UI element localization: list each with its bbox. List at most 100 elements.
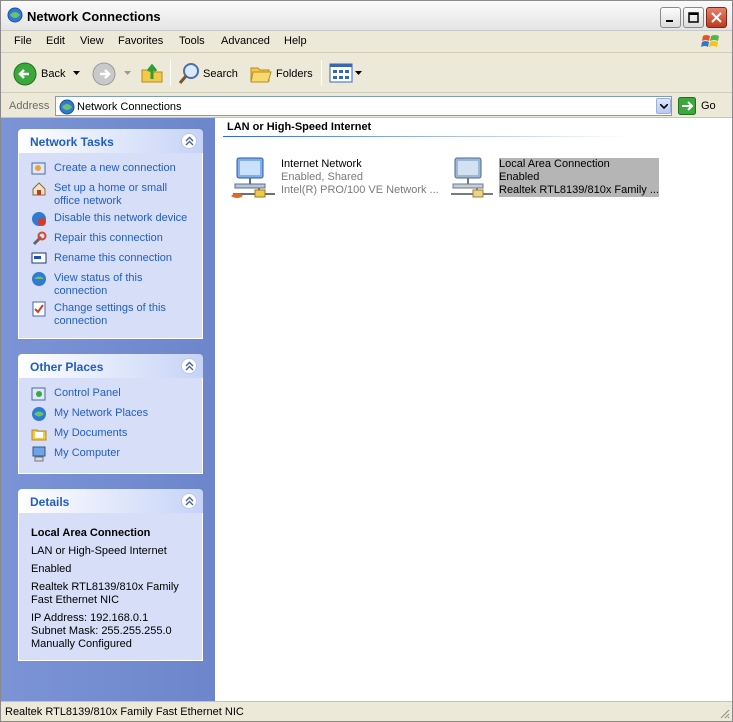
place-label: Control Panel [54, 387, 121, 399]
folders-button[interactable]: Folders [248, 54, 316, 93]
menu-help[interactable]: Help [284, 35, 307, 47]
menu-view[interactable]: View [80, 35, 104, 47]
folders-icon [250, 67, 272, 83]
menu-favorites[interactable]: Favorites [118, 35, 163, 47]
task-label: Repair this connection [54, 232, 163, 244]
collapse-button[interactable] [181, 358, 197, 374]
new-connection-icon [31, 162, 46, 175]
status-text: Realtek RTL8139/810x Family Fast Etherne… [5, 706, 244, 718]
network-tasks-body: Create a new connection Set up a home or… [18, 153, 203, 339]
details-ip-address: IP Address: 192.168.0.1 [31, 612, 149, 624]
connections-view: LAN or High-Speed Internet Internet Netw… [215, 118, 732, 701]
back-button[interactable]: Back [11, 54, 87, 93]
maximize-icon [688, 12, 699, 23]
details-header[interactable]: Details [18, 489, 203, 513]
network-connections-icon [7, 7, 23, 23]
menu-edit[interactable]: Edit [46, 35, 65, 47]
menu-tools[interactable]: Tools [179, 35, 205, 47]
details-panel: Details Local Area Connection LAN or Hig… [18, 489, 203, 661]
task-pane: Network Tasks Create a new connection Se… [1, 118, 215, 701]
details-body: Local Area Connection LAN or High-Speed … [18, 513, 203, 661]
connection-internet-network[interactable]: Internet Network Enabled, Shared Intel(R… [229, 154, 449, 204]
menu-file[interactable]: File [14, 35, 32, 47]
connection-info: Local Area Connection Enabled Realtek RT… [499, 158, 659, 197]
connection-info: Internet Network Enabled, Shared Intel(R… [281, 158, 439, 197]
toolbar: Back Search Folders [1, 54, 732, 93]
details-connection-name: Local Area Connection [31, 527, 151, 539]
connection-status: Enabled [499, 171, 540, 183]
details-configuration: Manually Configured [31, 638, 132, 650]
back-label: Back [41, 68, 66, 80]
network-tasks-header[interactable]: Network Tasks [18, 129, 203, 153]
other-places-body: Control Panel My Network Places My Docum… [18, 378, 203, 474]
go-arrow-icon [678, 97, 696, 115]
search-icon [178, 63, 199, 84]
close-button[interactable] [706, 7, 727, 28]
details-device-line1: Realtek RTL8139/810x Family [31, 581, 179, 593]
title-bar[interactable]: Network Connections [1, 1, 732, 31]
place-label: My Documents [54, 427, 128, 439]
folders-label: Folders [276, 68, 313, 80]
chevron-down-icon [660, 104, 668, 109]
connection-name: Internet Network [281, 158, 362, 170]
details-title: Details [30, 495, 70, 509]
collapse-button[interactable] [181, 133, 197, 149]
disable-device-icon [32, 212, 46, 226]
connection-name: Local Area Connection [499, 158, 610, 170]
address-dropdown-button[interactable] [656, 98, 671, 114]
toolbar-separator [321, 60, 322, 86]
computer-icon [32, 446, 46, 462]
task-label: View status of this connection [54, 272, 143, 297]
toolbar-separator [170, 60, 171, 86]
search-button[interactable]: Search [175, 54, 241, 93]
views-button[interactable] [328, 54, 362, 93]
group-divider [223, 136, 728, 137]
chevron-down-icon[interactable] [124, 71, 131, 76]
task-label: Rename this connection [54, 252, 173, 264]
chevron-up-icon [185, 496, 194, 506]
search-label: Search [203, 68, 238, 80]
task-label: Set up a home or small office network [54, 182, 168, 207]
details-status: Enabled [31, 563, 72, 575]
connection-device: Realtek RTL8139/810x Family ... [499, 184, 659, 196]
chevron-up-icon [185, 361, 194, 371]
network-tasks-panel: Network Tasks Create a new connection Se… [18, 129, 203, 339]
lan-connection-icon [231, 157, 275, 198]
other-places-panel: Other Places Control Panel My Network Pl… [18, 354, 203, 474]
details-subnet-mask: Subnet Mask: 255.255.255.0 [31, 625, 172, 637]
network-places-icon [32, 407, 46, 421]
forward-button[interactable] [91, 54, 131, 93]
repair-icon [32, 231, 47, 246]
maximize-button[interactable] [683, 7, 704, 28]
details-connection-type: LAN or High-Speed Internet [31, 545, 167, 557]
lan-connection-icon [451, 157, 493, 198]
collapse-button[interactable] [181, 493, 197, 509]
status-bar: Realtek RTL8139/810x Family Fast Etherne… [1, 701, 732, 721]
up-folder-button[interactable] [139, 54, 165, 93]
connection-status: Enabled, Shared [281, 171, 363, 183]
rename-icon [31, 252, 47, 264]
connection-local-area[interactable]: Local Area Connection Enabled Realtek RT… [447, 154, 667, 204]
network-connections-window: Network Connections File Edit View Favor… [0, 0, 733, 722]
menu-advanced[interactable]: Advanced [221, 35, 270, 47]
address-value: Network Connections [77, 101, 182, 113]
task-label: Change settings of this connection [54, 302, 166, 327]
control-panel-icon [31, 387, 46, 401]
back-arrow-icon [13, 62, 37, 86]
other-places-title: Other Places [30, 360, 104, 374]
network-tasks-title: Network Tasks [30, 135, 114, 149]
network-connections-icon [59, 99, 75, 115]
go-button[interactable]: Go [678, 97, 730, 115]
chevron-down-icon [355, 71, 362, 75]
resize-grip-icon[interactable] [718, 707, 730, 719]
documents-icon [31, 429, 47, 441]
place-label: My Computer [54, 447, 121, 459]
details-device-line2: Fast Ethernet NIC [31, 594, 120, 606]
window-title: Network Connections [27, 9, 161, 24]
connection-device: Intel(R) PRO/100 VE Network ... [281, 184, 439, 196]
minimize-button[interactable] [660, 7, 681, 28]
chevron-down-icon[interactable] [73, 71, 80, 76]
other-places-header[interactable]: Other Places [18, 354, 203, 378]
home-network-icon [32, 182, 46, 196]
address-input[interactable]: Network Connections [55, 96, 672, 116]
